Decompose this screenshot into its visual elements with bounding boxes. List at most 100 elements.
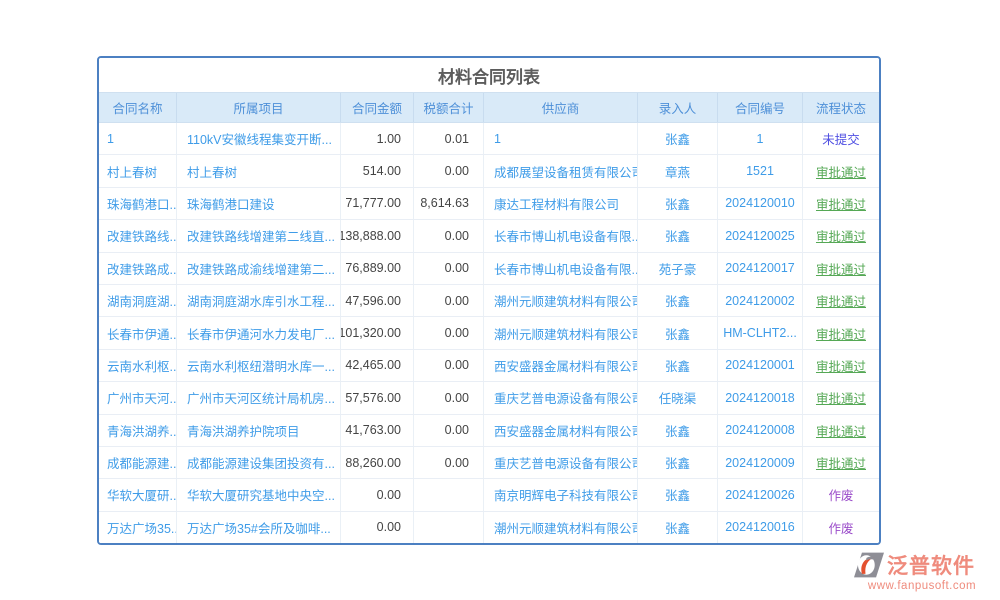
column-header-tax-total[interactable]: 税额合计	[414, 93, 484, 122]
cell-contract-name[interactable]: 村上春树	[99, 155, 177, 186]
cell-project-link[interactable]: 云南水利枢纽潜明水库一...	[177, 350, 341, 381]
cell-contract-name[interactable]: 改建铁路成...	[99, 253, 177, 284]
column-header-amount[interactable]: 合同金额	[341, 93, 414, 122]
cell-contract-code[interactable]: 2024120010	[718, 188, 803, 219]
cell-contract-name[interactable]: 华软大厦研...	[99, 479, 177, 510]
cell-flow-status[interactable]: 作废	[803, 479, 879, 510]
column-header-contract-code[interactable]: 合同编号	[718, 93, 803, 122]
cell-project-link[interactable]: 村上春树	[177, 155, 341, 186]
cell-contract-code[interactable]: 2024120026	[718, 479, 803, 510]
cell-contract-name[interactable]: 珠海鹤港口...	[99, 188, 177, 219]
table-row[interactable]: 华软大厦研... 华软大厦研究基地中央空... 0.00 南京明辉电子科技有限公…	[99, 479, 879, 511]
cell-project-link[interactable]: 改建铁路成渝线增建第二...	[177, 253, 341, 284]
cell-supplier-link[interactable]: 长春市博山机电设备有限...	[484, 220, 638, 251]
cell-contract-name[interactable]: 改建铁路线...	[99, 220, 177, 251]
cell-contract-name[interactable]: 青海洪湖养...	[99, 415, 177, 446]
cell-contract-code[interactable]: 2024120016	[718, 512, 803, 543]
cell-supplier-link[interactable]: 康达工程材料有限公司	[484, 188, 638, 219]
table-row[interactable]: 广州市天河... 广州市天河区统计局机房... 57,576.00 0.00 重…	[99, 382, 879, 414]
cell-contract-name[interactable]: 湖南洞庭湖...	[99, 285, 177, 316]
cell-entered-by: 张鑫	[638, 415, 718, 446]
cell-contract-code[interactable]: 2024120001	[718, 350, 803, 381]
cell-contract-code[interactable]: 2024120009	[718, 447, 803, 478]
cell-entered-by: 张鑫	[638, 285, 718, 316]
cell-contract-amount: 41,763.00	[341, 415, 414, 446]
cell-tax-total: 0.00	[414, 253, 484, 284]
cell-contract-amount: 1.00	[341, 123, 414, 154]
cell-project-link[interactable]: 青海洪湖养护院项目	[177, 415, 341, 446]
cell-project-link[interactable]: 珠海鹤港口建设	[177, 188, 341, 219]
cell-contract-code[interactable]: 2024120008	[718, 415, 803, 446]
cell-flow-status[interactable]: 作废	[803, 512, 879, 543]
cell-flow-status[interactable]: 未提交	[803, 123, 879, 154]
cell-project-link[interactable]: 广州市天河区统计局机房...	[177, 382, 341, 413]
cell-contract-code[interactable]: 1	[718, 123, 803, 154]
cell-contract-name[interactable]: 广州市天河...	[99, 382, 177, 413]
cell-supplier-link[interactable]: 成都展望设备租赁有限公司	[484, 155, 638, 186]
cell-flow-status[interactable]: 审批通过	[803, 285, 879, 316]
cell-contract-code[interactable]: 2024120025	[718, 220, 803, 251]
page-title: 材料合同列表	[99, 58, 879, 92]
column-header-flow-status[interactable]: 流程状态	[803, 93, 879, 122]
cell-contract-amount: 138,888.00	[341, 220, 414, 251]
table-row[interactable]: 珠海鹤港口... 珠海鹤港口建设 71,777.00 8,614.63 康达工程…	[99, 188, 879, 220]
cell-supplier-link[interactable]: 西安盛器金属材料有限公司	[484, 350, 638, 381]
cell-contract-name[interactable]: 长春市伊通...	[99, 317, 177, 348]
cell-flow-status[interactable]: 审批通过	[803, 155, 879, 186]
cell-flow-status[interactable]: 审批通过	[803, 447, 879, 478]
cell-supplier-link[interactable]: 潮州元顺建筑材料有限公司	[484, 317, 638, 348]
cell-tax-total: 0.01	[414, 123, 484, 154]
cell-supplier-link[interactable]: 南京明辉电子科技有限公司	[484, 479, 638, 510]
table-row[interactable]: 成都能源建... 成都能源建设集团投资有... 88,260.00 0.00 重…	[99, 447, 879, 479]
cell-project-link[interactable]: 110kV安徽线程集变开断...	[177, 123, 341, 154]
cell-supplier-link[interactable]: 西安盛器金属材料有限公司	[484, 415, 638, 446]
table-row[interactable]: 村上春树 村上春树 514.00 0.00 成都展望设备租赁有限公司 章燕 15…	[99, 155, 879, 187]
cell-contract-name[interactable]: 成都能源建...	[99, 447, 177, 478]
cell-contract-name[interactable]: 万达广场35...	[99, 512, 177, 543]
table-row[interactable]: 改建铁路成... 改建铁路成渝线增建第二... 76,889.00 0.00 长…	[99, 253, 879, 285]
cell-contract-code[interactable]: 2024120002	[718, 285, 803, 316]
cell-project-link[interactable]: 湖南洞庭湖水库引水工程...	[177, 285, 341, 316]
cell-contract-name[interactable]: 1	[99, 123, 177, 154]
cell-supplier-link[interactable]: 长春市博山机电设备有限...	[484, 253, 638, 284]
cell-flow-status[interactable]: 审批通过	[803, 382, 879, 413]
cell-project-link[interactable]: 改建铁路线增建第二线直...	[177, 220, 341, 251]
table-row[interactable]: 万达广场35... 万达广场35#会所及咖啡... 0.00 潮州元顺建筑材料有…	[99, 512, 879, 543]
cell-supplier-link[interactable]: 1	[484, 123, 638, 154]
cell-flow-status[interactable]: 审批通过	[803, 415, 879, 446]
cell-project-link[interactable]: 长春市伊通河水力发电厂...	[177, 317, 341, 348]
cell-supplier-link[interactable]: 重庆艺普电源设备有限公司	[484, 447, 638, 478]
cell-flow-status[interactable]: 审批通过	[803, 220, 879, 251]
column-header-project[interactable]: 所属项目	[177, 93, 341, 122]
cell-contract-code[interactable]: 1521	[718, 155, 803, 186]
table-row[interactable]: 云南水利枢... 云南水利枢纽潜明水库一... 42,465.00 0.00 西…	[99, 350, 879, 382]
cell-contract-code[interactable]: HM-CLHT2...	[718, 317, 803, 348]
cell-contract-code[interactable]: 2024120017	[718, 253, 803, 284]
cell-contract-name[interactable]: 云南水利枢...	[99, 350, 177, 381]
table-row[interactable]: 湖南洞庭湖... 湖南洞庭湖水库引水工程... 47,596.00 0.00 潮…	[99, 285, 879, 317]
cell-entered-by: 张鑫	[638, 188, 718, 219]
cell-entered-by: 张鑫	[638, 123, 718, 154]
table-row[interactable]: 长春市伊通... 长春市伊通河水力发电厂... 101,320.00 0.00 …	[99, 317, 879, 349]
cell-flow-status[interactable]: 审批通过	[803, 188, 879, 219]
cell-supplier-link[interactable]: 重庆艺普电源设备有限公司	[484, 382, 638, 413]
table-row[interactable]: 改建铁路线... 改建铁路线增建第二线直... 138,888.00 0.00 …	[99, 220, 879, 252]
cell-project-link[interactable]: 成都能源建设集团投资有...	[177, 447, 341, 478]
cell-supplier-link[interactable]: 潮州元顺建筑材料有限公司	[484, 285, 638, 316]
cell-contract-amount: 76,889.00	[341, 253, 414, 284]
cell-contract-code[interactable]: 2024120018	[718, 382, 803, 413]
cell-project-link[interactable]: 华软大厦研究基地中央空...	[177, 479, 341, 510]
column-header-supplier[interactable]: 供应商	[484, 93, 638, 122]
cell-flow-status[interactable]: 审批通过	[803, 350, 879, 381]
cell-flow-status[interactable]: 审批通过	[803, 317, 879, 348]
cell-supplier-link[interactable]: 潮州元顺建筑材料有限公司	[484, 512, 638, 543]
cell-contract-amount: 101,320.00	[341, 317, 414, 348]
table-row[interactable]: 青海洪湖养... 青海洪湖养护院项目 41,763.00 0.00 西安盛器金属…	[99, 415, 879, 447]
cell-tax-total	[414, 479, 484, 510]
table-row[interactable]: 1 110kV安徽线程集变开断... 1.00 0.01 1 张鑫 1 未提交	[99, 123, 879, 155]
column-header-contract-name[interactable]: 合同名称	[99, 93, 177, 122]
cell-contract-amount: 0.00	[341, 479, 414, 510]
cell-flow-status[interactable]: 审批通过	[803, 253, 879, 284]
cell-project-link[interactable]: 万达广场35#会所及咖啡...	[177, 512, 341, 543]
column-header-entered-by[interactable]: 录入人	[638, 93, 718, 122]
